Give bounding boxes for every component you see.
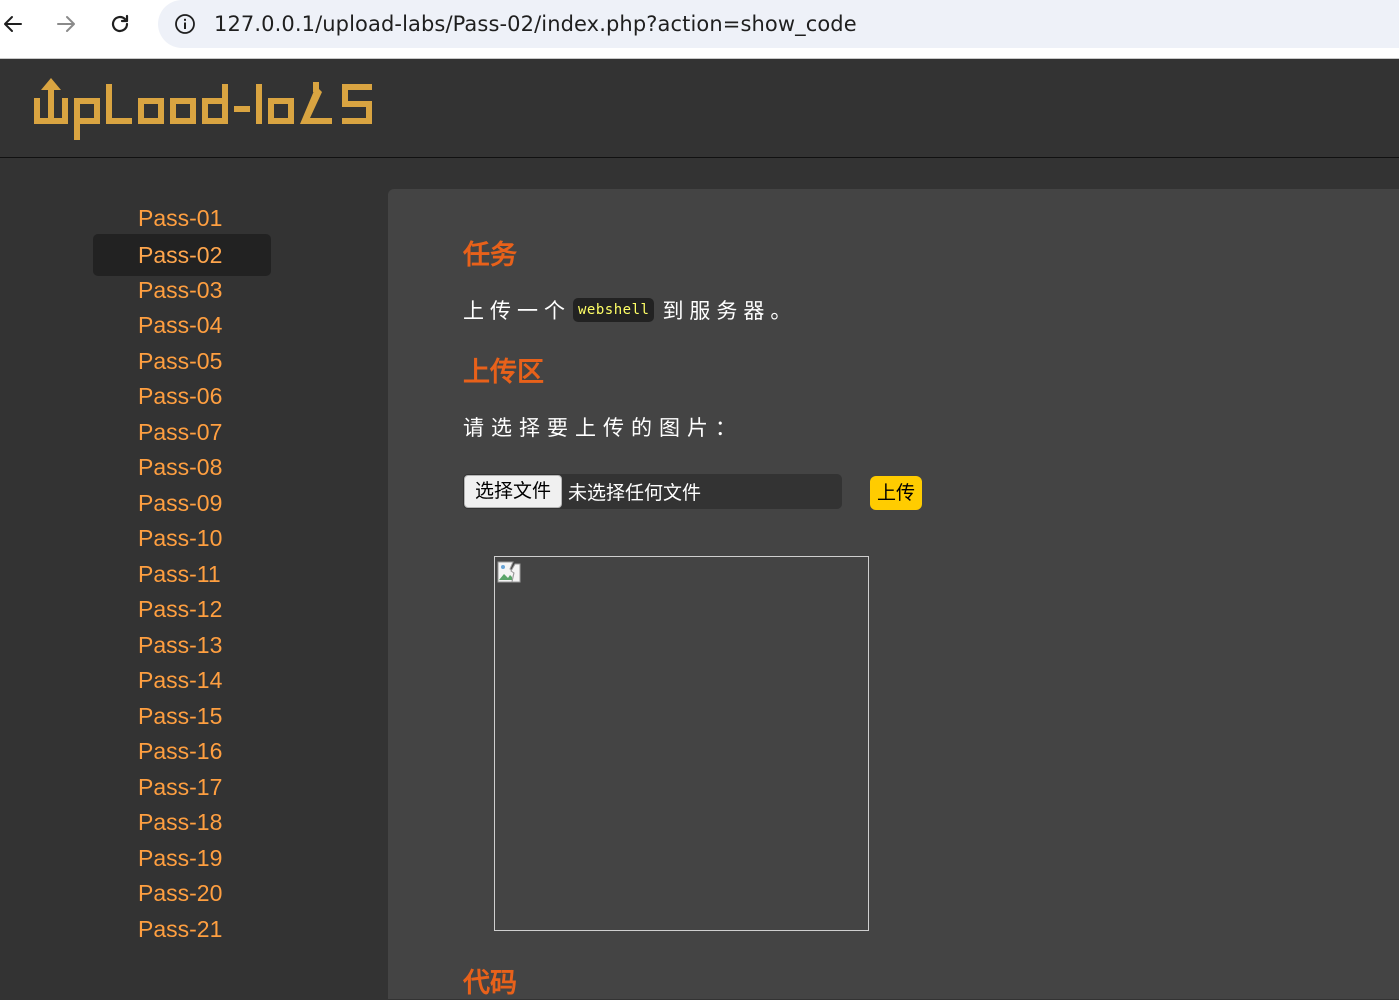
sidebar-nav: Pass-01 Pass-02 Pass-03 Pass-04 Pass-05 Pass-… — [93, 201, 271, 947]
sidebar: Pass-01 Pass-02 Pass-03 Pass-04 Pass-05 Pass-… — [0, 159, 388, 999]
sidebar-item-label[interactable]: Pass-15 — [138, 703, 222, 729]
task-suffix: 到服务器。 — [662, 300, 798, 323]
reload-icon — [111, 14, 129, 33]
sidebar-item-label[interactable]: Pass-03 — [138, 277, 222, 303]
sidebar-item-pass-02[interactable]: Pass-02 — [93, 233, 271, 276]
broken-image-icon — [497, 561, 521, 583]
sidebar-item-label[interactable]: Pass-08 — [138, 454, 222, 480]
sidebar-item-label[interactable]: Pass-18 — [138, 809, 222, 835]
sidebar-item-label[interactable]: Pass-12 — [138, 596, 222, 622]
code-title: 代码 — [463, 968, 517, 998]
sidebar-item-label[interactable]: Pass-16 — [138, 738, 222, 764]
sidebar-item-pass-20[interactable]: Pass-20 — [93, 876, 271, 912]
sidebar-item-label[interactable]: Pass-07 — [138, 419, 222, 445]
sidebar-item-label[interactable]: Pass-20 — [138, 880, 222, 906]
sidebar-item-pass-17[interactable]: Pass-17 — [93, 770, 271, 806]
sidebar-item-label[interactable]: Pass-21 — [138, 916, 222, 942]
sidebar-item-pass-14[interactable]: Pass-14 — [93, 663, 271, 699]
sidebar-item-pass-07[interactable]: Pass-07 — [93, 415, 271, 451]
sidebar-item-label[interactable]: Pass-10 — [138, 525, 222, 551]
sidebar-item-pass-05[interactable]: Pass-05 — [93, 344, 271, 380]
upload-title: 上传区 — [463, 357, 544, 387]
sidebar-item-pass-12[interactable]: Pass-12 — [93, 592, 271, 628]
sidebar-item-pass-18[interactable]: Pass-18 — [93, 805, 271, 841]
sidebar-item-label[interactable]: Pass-05 — [138, 348, 222, 374]
sidebar-item-pass-08[interactable]: Pass-08 — [93, 450, 271, 486]
browser-toolbar: 127.0.0.1/upload-labs/Pass-02/index.php?… — [0, 0, 1399, 48]
sidebar-item-pass-11[interactable]: Pass-11 — [93, 557, 271, 593]
sidebar-item-pass-15[interactable]: Pass-15 — [93, 699, 271, 735]
sidebar-item-pass-16[interactable]: Pass-16 — [93, 734, 271, 770]
sidebar-item-pass-09[interactable]: Pass-09 — [93, 486, 271, 522]
upload-prompt: 请选择要上传的图片： — [463, 417, 743, 440]
address-bar[interactable]: 127.0.0.1/upload-labs/Pass-02/index.php?… — [158, 0, 1399, 48]
choose-file-button[interactable]: 选择文件 — [464, 475, 563, 508]
sidebar-item-pass-10[interactable]: Pass-10 — [93, 521, 271, 557]
sidebar-item-pass-06[interactable]: Pass-06 — [93, 379, 271, 415]
sidebar-item-label[interactable]: Pass-02 — [138, 242, 222, 268]
site-header — [0, 60, 1399, 158]
image-preview — [494, 556, 869, 931]
file-input[interactable]: 选择文件 未选择任何文件 — [463, 474, 842, 509]
sidebar-item-label[interactable]: Pass-06 — [138, 383, 222, 409]
sidebar-item-label[interactable]: Pass-09 — [138, 490, 222, 516]
sidebar-item-pass-04[interactable]: Pass-04 — [93, 308, 271, 344]
arrow-right-icon — [57, 16, 75, 32]
sidebar-item-pass-03[interactable]: Pass-03 — [93, 273, 271, 309]
sidebar-item-pass-01[interactable]: Pass-01 — [93, 201, 271, 237]
arrow-left-icon — [4, 16, 22, 32]
reload-button[interactable] — [102, 6, 138, 42]
task-description: 上传一个 webshell 到服务器。 — [463, 295, 797, 325]
back-button[interactable] — [0, 6, 31, 42]
main-panel: 任务 上传一个 webshell 到服务器。 上传区 请选择要上传的图片： 选择… — [388, 189, 1399, 999]
sidebar-item-label[interactable]: Pass-04 — [138, 312, 222, 338]
sidebar-item-label[interactable]: Pass-01 — [138, 205, 222, 231]
sidebar-item-pass-19[interactable]: Pass-19 — [93, 841, 271, 877]
forward-button[interactable] — [48, 6, 84, 42]
sidebar-item-label[interactable]: Pass-11 — [138, 561, 221, 587]
sidebar-item-pass-21[interactable]: Pass-21 — [93, 912, 271, 948]
task-title: 任务 — [463, 240, 517, 270]
url-text[interactable]: 127.0.0.1/upload-labs/Pass-02/index.php?… — [214, 12, 857, 36]
upload-button[interactable]: 上传 — [870, 476, 923, 510]
sidebar-item-label[interactable]: Pass-14 — [138, 667, 222, 693]
no-file-label: 未选择任何文件 — [568, 482, 702, 504]
sidebar-item-label[interactable]: Pass-19 — [138, 845, 222, 871]
info-icon[interactable] — [174, 13, 196, 35]
site-logo[interactable] — [32, 76, 377, 147]
upload-labs-logo-icon — [34, 78, 372, 140]
browser-divider — [0, 48, 1399, 59]
sidebar-item-pass-13[interactable]: Pass-13 — [93, 628, 271, 664]
sidebar-item-label[interactable]: Pass-17 — [138, 774, 222, 800]
sidebar-item-label[interactable]: Pass-13 — [138, 632, 222, 658]
webshell-code: webshell — [573, 298, 655, 322]
task-prefix: 上传一个 — [463, 300, 571, 323]
